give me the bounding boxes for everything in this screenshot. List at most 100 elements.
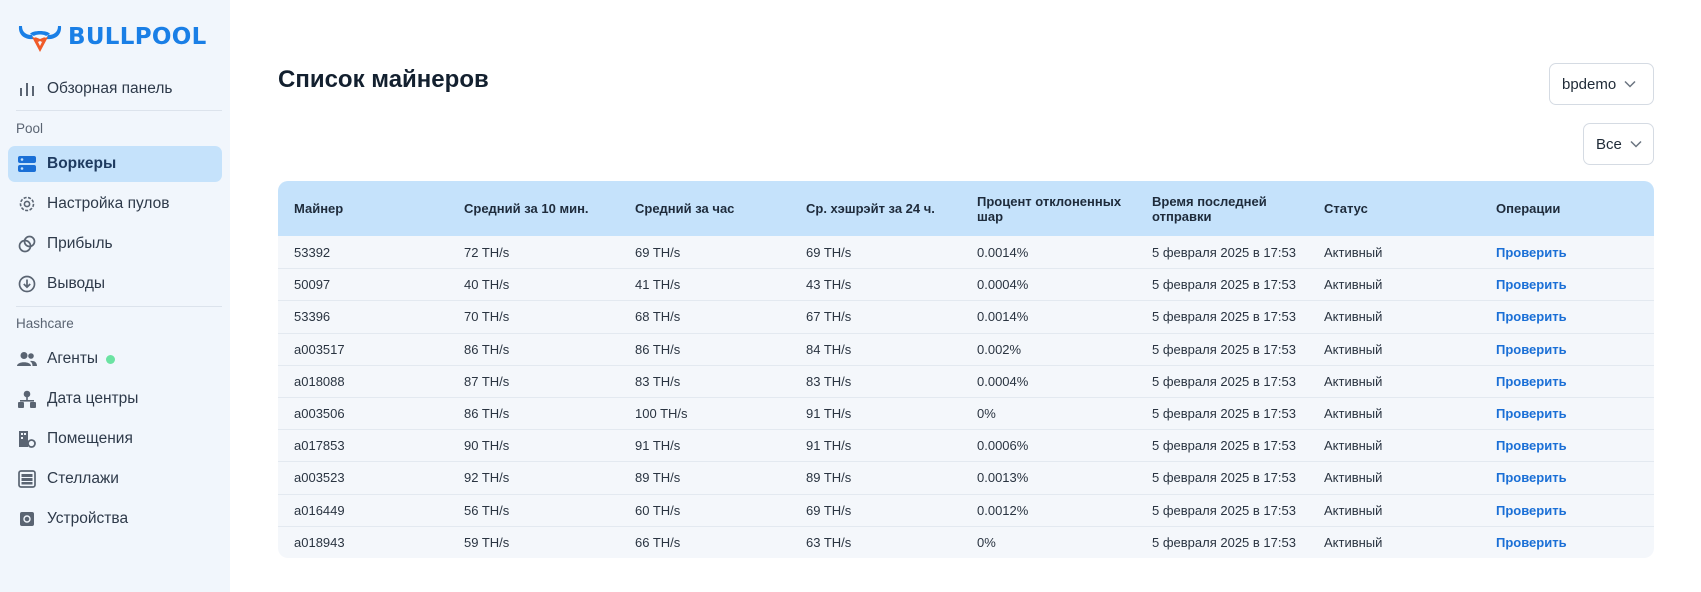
nav-item-dashboard[interactable]: Обзорная панель [8,71,222,107]
brand-logo[interactable]: BULLPOOL [16,17,207,57]
table-row: 53392 72 TH/s 69 TH/s 69 TH/s 0.0014% 5 февра… [278,236,1654,268]
avg-24h-cell: 84 TH/s [806,341,852,357]
sidebar-divider [16,306,222,307]
nav-item-datacenters[interactable]: Дата центры [8,381,222,417]
column-header[interactable]: Средний за час [619,201,790,216]
miner-cell: 53392 [294,244,331,260]
column-header[interactable]: Время последней отправки [1136,194,1308,224]
nav-item-withdrawals[interactable]: Выводы [8,266,222,302]
last-submit-cell: 5 февраля 2025 в 17:53 [1152,470,1296,486]
avg-24h-cell: 63 TH/s [806,534,852,550]
avg-hour-cell: 41 TH/s [635,277,681,293]
avg-hour-cell: 68 TH/s [635,309,681,325]
miner-cell: a017853 [294,438,345,454]
column-header[interactable]: Операции [1480,201,1654,216]
nav-item-label: Помещения [47,430,133,447]
nav-item-racks[interactable]: Стеллажи [8,461,222,497]
last-submit-cell: 5 февраля 2025 в 17:53 [1152,244,1296,260]
avg-10min-cell: 86 TH/s [464,341,510,357]
miner-cell: 53396 [294,309,331,325]
chevron-down-icon [1624,80,1636,88]
status-cell: Активный [1324,341,1383,357]
status-cell: Активный [1324,534,1383,550]
avg-hour-cell: 69 TH/s [635,244,681,260]
miner-cell: a018088 [294,373,345,389]
online-status-dot [106,354,116,364]
download-circle-icon [17,274,37,294]
nav-item-devices[interactable]: Устройства [8,501,222,537]
avg-10min-cell: 40 TH/s [464,277,510,293]
nav-item-label: Обзорная панель [47,80,173,97]
table-row: a003517 86 TH/s 86 TH/s 84 TH/s 0.002% 5 февр… [278,332,1654,365]
rejected-cell: 0.0013% [977,470,1029,486]
gear-icon [17,194,37,214]
table-header: Майнер Средний за 10 мин. Средний за час… [278,181,1654,236]
nav-item-label: Агенты [47,350,99,367]
miner-cell: a003506 [294,406,345,422]
nav-item-profit[interactable]: Прибыль [8,226,222,262]
avg-hour-cell: 91 TH/s [635,438,681,454]
table-row: a018943 59 TH/s 66 TH/s 63 TH/s 0% 5 февраля … [278,525,1654,558]
nav-item-label: Устройства [47,510,129,527]
status-cell: Активный [1324,373,1383,389]
avg-24h-cell: 69 TH/s [806,244,852,260]
rejected-cell: 0.0006% [977,438,1029,454]
check-link[interactable]: Проверить [1480,470,1654,485]
column-header[interactable]: Процент отклоненных шар [961,194,1136,224]
check-link[interactable]: Проверить [1480,277,1654,292]
miner-cell: a016449 [294,502,345,518]
avg-10min-cell: 70 TH/s [464,309,510,325]
last-submit-cell: 5 февраля 2025 в 17:53 [1152,534,1296,550]
rejected-cell: 0.0012% [977,502,1029,518]
avg-10min-cell: 86 TH/s [464,406,510,422]
check-link[interactable]: Проверить [1480,438,1654,453]
rejected-cell: 0.0004% [977,373,1029,389]
last-submit-cell: 5 февраля 2025 в 17:53 [1152,309,1296,325]
avg-10min-cell: 72 TH/s [464,244,510,260]
sidebar: BULLPOOL Обзорная панель Pool Воркеры На… [0,0,230,592]
avg-10min-cell: 56 TH/s [464,502,510,518]
column-header[interactable]: Ср. хэшрэйт за 24 ч. [790,201,961,216]
check-link[interactable]: Проверить [1480,309,1654,324]
nav-item-label: Стеллажи [47,470,119,487]
last-submit-cell: 5 февраля 2025 в 17:53 [1152,341,1296,357]
avg-hour-cell: 83 TH/s [635,373,681,389]
filter-select[interactable]: Все [1583,123,1654,165]
bull-horns-icon [18,26,62,52]
page-title: Список майнеров [278,66,489,93]
account-select[interactable]: bpdemo [1549,63,1654,105]
status-cell: Активный [1324,244,1383,260]
brand-name: BULLPOOL [68,24,207,50]
status-cell: Активный [1324,309,1383,325]
nav-item-pool-settings[interactable]: Настройка пулов [8,186,222,222]
check-link[interactable]: Проверить [1480,503,1654,518]
check-link[interactable]: Проверить [1480,342,1654,357]
table-body: 53392 72 TH/s 69 TH/s 69 TH/s 0.0014% 5 февра… [278,236,1654,558]
avg-24h-cell: 91 TH/s [806,406,852,422]
rack-icon [17,469,37,489]
check-link[interactable]: Проверить [1480,374,1654,389]
rejected-cell: 0.0004% [977,277,1029,293]
avg-hour-cell: 86 TH/s [635,341,681,357]
nav-item-label: Настройка пулов [47,195,170,212]
nav-item-workers[interactable]: Воркеры [8,146,222,182]
check-link[interactable]: Проверить [1480,535,1654,550]
table-row: a017853 90 TH/s 91 TH/s 91 TH/s 0.0006% 5 фев… [278,429,1654,461]
nav-item-agents[interactable]: Агенты [8,341,222,377]
column-header[interactable]: Майнер [278,201,448,216]
avg-10min-cell: 92 TH/s [464,470,510,486]
check-link[interactable]: Проверить [1480,406,1654,421]
building-gear-icon [17,429,37,449]
avg-24h-cell: 83 TH/s [806,373,852,389]
column-header[interactable]: Средний за 10 мин. [448,201,619,216]
last-submit-cell: 5 февраля 2025 в 17:53 [1152,438,1296,454]
column-header[interactable]: Статус [1308,201,1480,216]
nav-item-rooms[interactable]: Помещения [8,421,222,457]
section-label-pool: Pool [16,121,44,136]
check-link[interactable]: Проверить [1480,245,1654,260]
last-submit-cell: 5 февраля 2025 в 17:53 [1152,373,1296,389]
last-submit-cell: 5 февраля 2025 в 17:53 [1152,406,1296,422]
rejected-cell: 0.0014% [977,309,1029,325]
miner-cell: a018943 [294,534,345,550]
users-icon [17,349,37,369]
